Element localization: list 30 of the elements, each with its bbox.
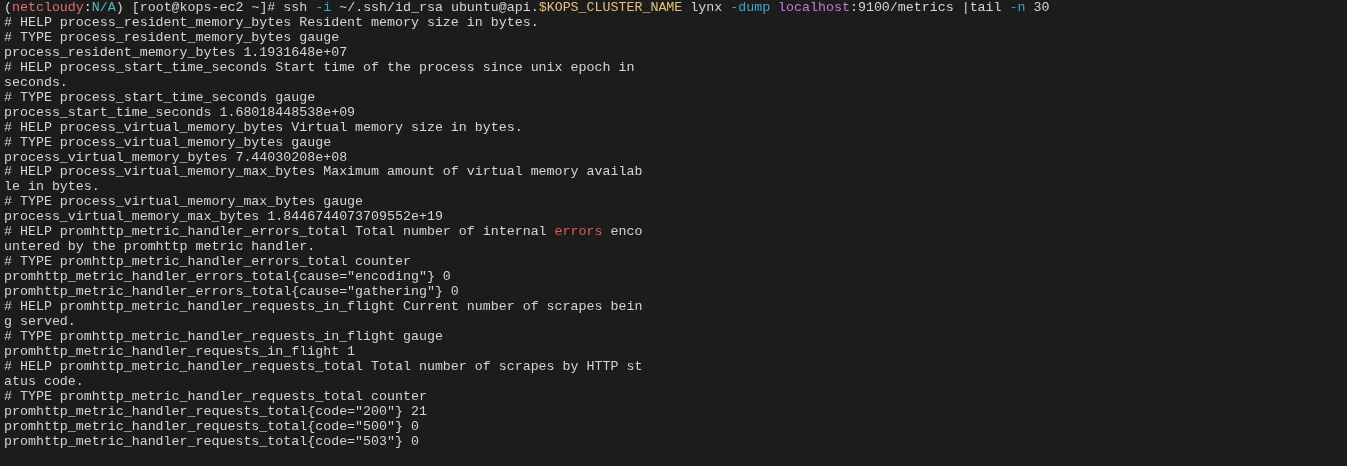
terminal-line: # HELP promhttp_metric_handler_requests_total Total number of scrapes by HTTP st [4,359,643,375]
terminal-line: process_resident_memory_bytes 1.1931648e+07 [4,45,348,61]
terminal-line: # TYPE process_virtual_memory_bytes gauge [4,135,332,151]
terminal-line: # TYPE promhttp_metric_handler_errors_total counter [4,255,411,271]
terminal-line: # HELP process_start_time_seconds Start time of the process since unix epoch in [4,60,635,76]
terminal-line: (netcloudy:N/A) [root@kops-ec2 ~]# ssh -i ~/.ssh/id_rsa ubuntu@api.$KOPS_CLUSTER_NAME lynx -dump localhost:9100/metrics |tail -n 30 [4,1,1050,16]
terminal-line: # TYPE process_resident_memory_bytes gauge [4,30,340,46]
terminal-line: process_virtual_memory_bytes 7.44030208e+08 [4,150,348,166]
terminal-line: le in bytes. [4,180,100,196]
terminal-line: promhttp_metric_handler_errors_total{cause="encoding"} 0 [4,270,451,286]
terminal-line: # TYPE process_start_time_seconds gauge [4,90,316,106]
terminal-line: atus code. [4,374,84,390]
terminal-line: # HELP promhttp_metric_handler_requests_in_flight Current number of scrapes bein [4,300,643,315]
terminal-line: # TYPE promhttp_metric_handler_requests_in_flight gauge [4,329,443,345]
terminal-line: promhttp_metric_handler_requests_total{code="200"} 21 [4,404,427,420]
terminal-line: g served. [4,315,76,330]
terminal-line: promhttp_metric_handler_errors_total{cause="gathering"} 0 [4,285,459,301]
terminal-line: untered by the promhttp metric handler. [4,240,316,256]
terminal-line: # HELP process_virtual_memory_max_bytes Maximum amount of virtual memory availab [4,165,643,181]
terminal-line: # HELP process_resident_memory_bytes Resident memory size in bytes. [4,15,539,31]
terminal-line: promhttp_metric_handler_requests_in_flight 1 [4,344,356,360]
terminal-line: process_virtual_memory_max_bytes 1.8446744073709552e+19 [4,210,443,226]
terminal-line: promhttp_metric_handler_requests_total{code="503"} 0 [4,434,419,450]
terminal-line: # TYPE process_virtual_memory_max_bytes gauge [4,195,364,211]
terminal-line: seconds. [4,75,68,91]
terminal-line: # TYPE promhttp_metric_handler_requests_total counter [4,389,427,405]
terminal-line: promhttp_metric_handler_requests_total{code="500"} 0 [4,419,419,435]
terminal-line: # HELP promhttp_metric_handler_errors_total Total number of internal errors enco [4,225,643,241]
terminal-line: # HELP process_virtual_memory_bytes Virtual memory size in bytes. [4,120,523,136]
terminal-line: process_start_time_seconds 1.68018448538e+09 [4,105,356,121]
